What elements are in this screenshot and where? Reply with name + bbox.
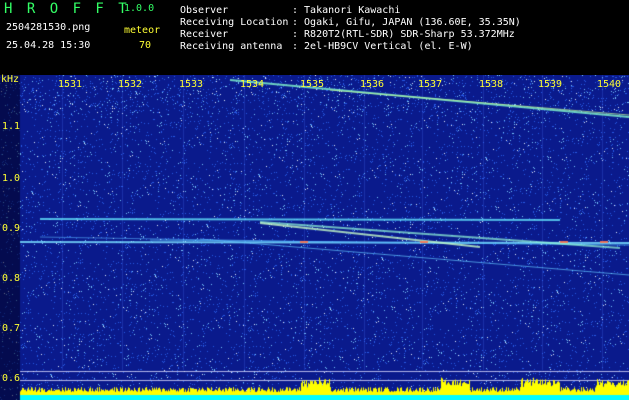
app-version: 1.0.0 — [124, 3, 155, 14]
observer-label: Observer — [180, 5, 229, 16]
x-tick-label: 1532 — [118, 79, 143, 90]
y-tick-label: 1.1 — [2, 121, 21, 132]
mode-value: 70 — [139, 40, 152, 51]
y-tick-label: 0.7 — [2, 323, 21, 334]
x-tick-label: 1537 — [418, 79, 443, 90]
location-value: : Ogaki, Gifu, JAPAN (136.60E, 35.35N) — [292, 17, 521, 28]
x-tick-label: 1535 — [300, 79, 325, 90]
header-panel: H R O F F T 1.0.0 2504281530.png meteor … — [0, 0, 629, 75]
x-tick-label: 1540 — [597, 79, 622, 90]
antenna-label: Receiving antenna — [180, 41, 283, 52]
mode-label: meteor — [124, 25, 161, 36]
y-tick-label: 0.9 — [2, 223, 21, 234]
y-tick-label: 0.8 — [2, 273, 21, 284]
file-name: 2504281530.png — [6, 22, 91, 33]
y-axis-unit: kHz — [1, 74, 20, 85]
x-tick-label: 1534 — [240, 79, 265, 90]
receiver-value: : R820T2(RTL-SDR) SDR-Sharp 53.372MHz — [292, 29, 515, 40]
x-tick-label: 1531 — [58, 79, 83, 90]
x-tick-label: 1538 — [479, 79, 504, 90]
spectrogram-canvas — [0, 75, 629, 400]
x-tick-label: 1536 — [360, 79, 385, 90]
app-title: H R O F F T — [4, 1, 130, 17]
x-tick-label: 1533 — [179, 79, 204, 90]
y-tick-label: 0.6 — [2, 373, 21, 384]
receiver-label: Receiver — [180, 29, 229, 40]
antenna-value: : 2el-HB9CV Vertical (el. E-W) — [292, 41, 473, 52]
date-time: 25.04.28 15:30 — [6, 40, 91, 51]
y-tick-label: 1.0 — [2, 173, 21, 184]
x-tick-label: 1539 — [538, 79, 563, 90]
observer-value: : Takanori Kawachi — [292, 5, 401, 16]
location-label: Receiving Location — [180, 17, 289, 28]
